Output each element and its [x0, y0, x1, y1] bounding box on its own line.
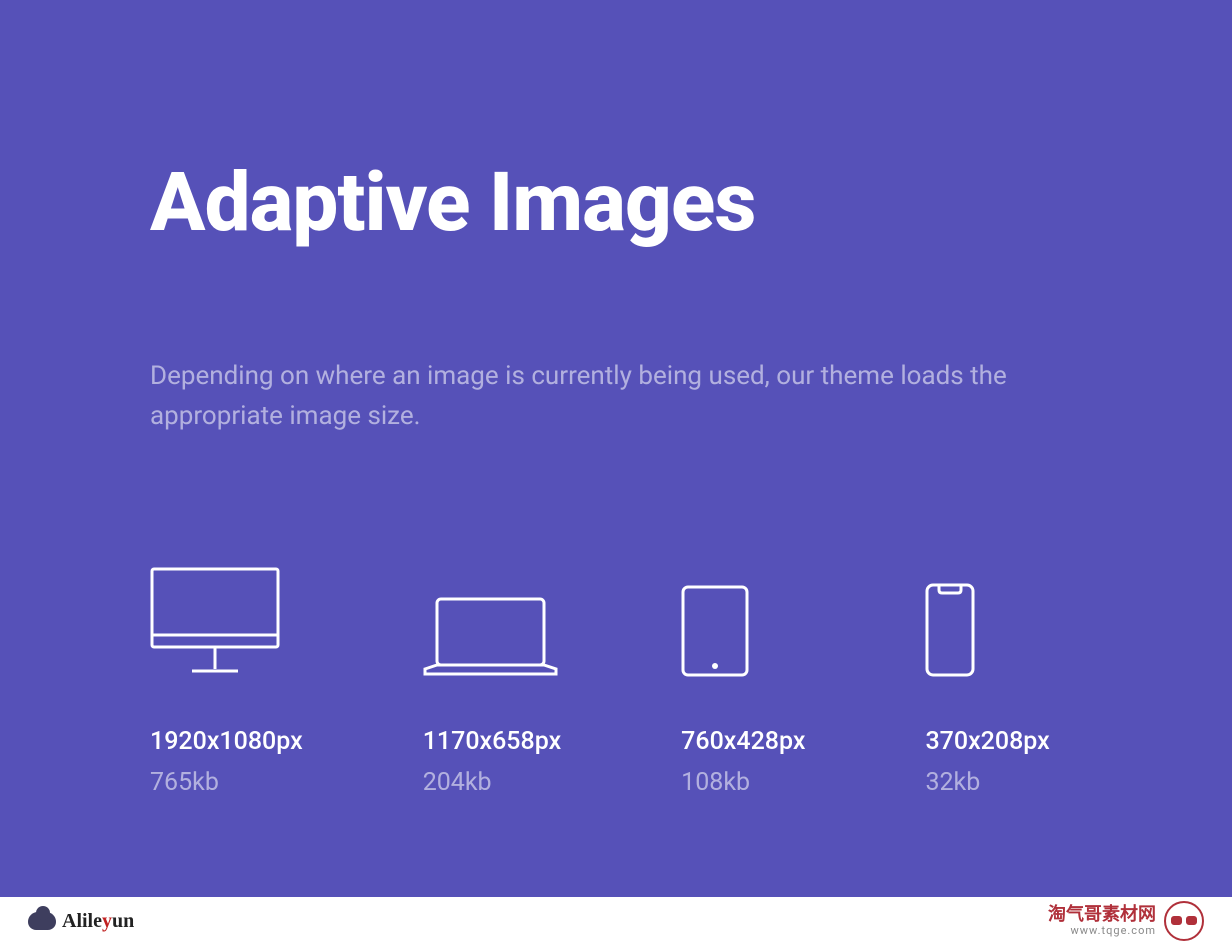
page-title: Adaptive Images — [150, 160, 1082, 246]
device-resolution: 1920x1080px — [150, 727, 303, 756]
footer-logo-left[interactable]: Alileyun — [28, 910, 134, 933]
desktop-icon — [150, 562, 303, 677]
footer-brand-left: Alileyun — [62, 910, 134, 933]
phone-icon — [925, 562, 1049, 677]
page-subtitle: Depending on where an image is currently… — [150, 356, 1070, 437]
footer-brand-right-url: www.tqge.com — [1071, 925, 1156, 937]
device-tablet: 760x428px 108kb — [681, 562, 805, 797]
device-laptop: 1170x658px 204kb — [423, 562, 561, 797]
cloud-icon — [28, 912, 56, 930]
device-filesize: 108kb — [681, 768, 805, 797]
device-filesize: 765kb — [150, 768, 303, 797]
device-resolution: 760x428px — [681, 727, 805, 756]
device-resolution: 370x208px — [925, 727, 1049, 756]
laptop-icon — [423, 562, 561, 677]
hero-section: Adaptive Images Depending on where an im… — [0, 0, 1232, 897]
footer-brand-right-cn: 淘气哥素材网 — [1048, 905, 1156, 925]
device-list: 1920x1080px 765kb 1170x658px 204kb 760x4… — [150, 562, 1082, 797]
mascot-face-icon — [1164, 901, 1204, 941]
device-resolution: 1170x658px — [423, 727, 561, 756]
device-filesize: 204kb — [423, 768, 561, 797]
tablet-icon — [681, 562, 805, 677]
footer-bar: Alileyun 淘气哥素材网 www.tqge.com — [0, 897, 1232, 946]
footer-brand-right-text: 淘气哥素材网 www.tqge.com — [1048, 905, 1156, 937]
device-phone: 370x208px 32kb — [925, 562, 1049, 797]
device-filesize: 32kb — [925, 768, 1049, 797]
footer-logo-right[interactable]: 淘气哥素材网 www.tqge.com — [1048, 901, 1204, 941]
device-desktop: 1920x1080px 765kb — [150, 562, 303, 797]
